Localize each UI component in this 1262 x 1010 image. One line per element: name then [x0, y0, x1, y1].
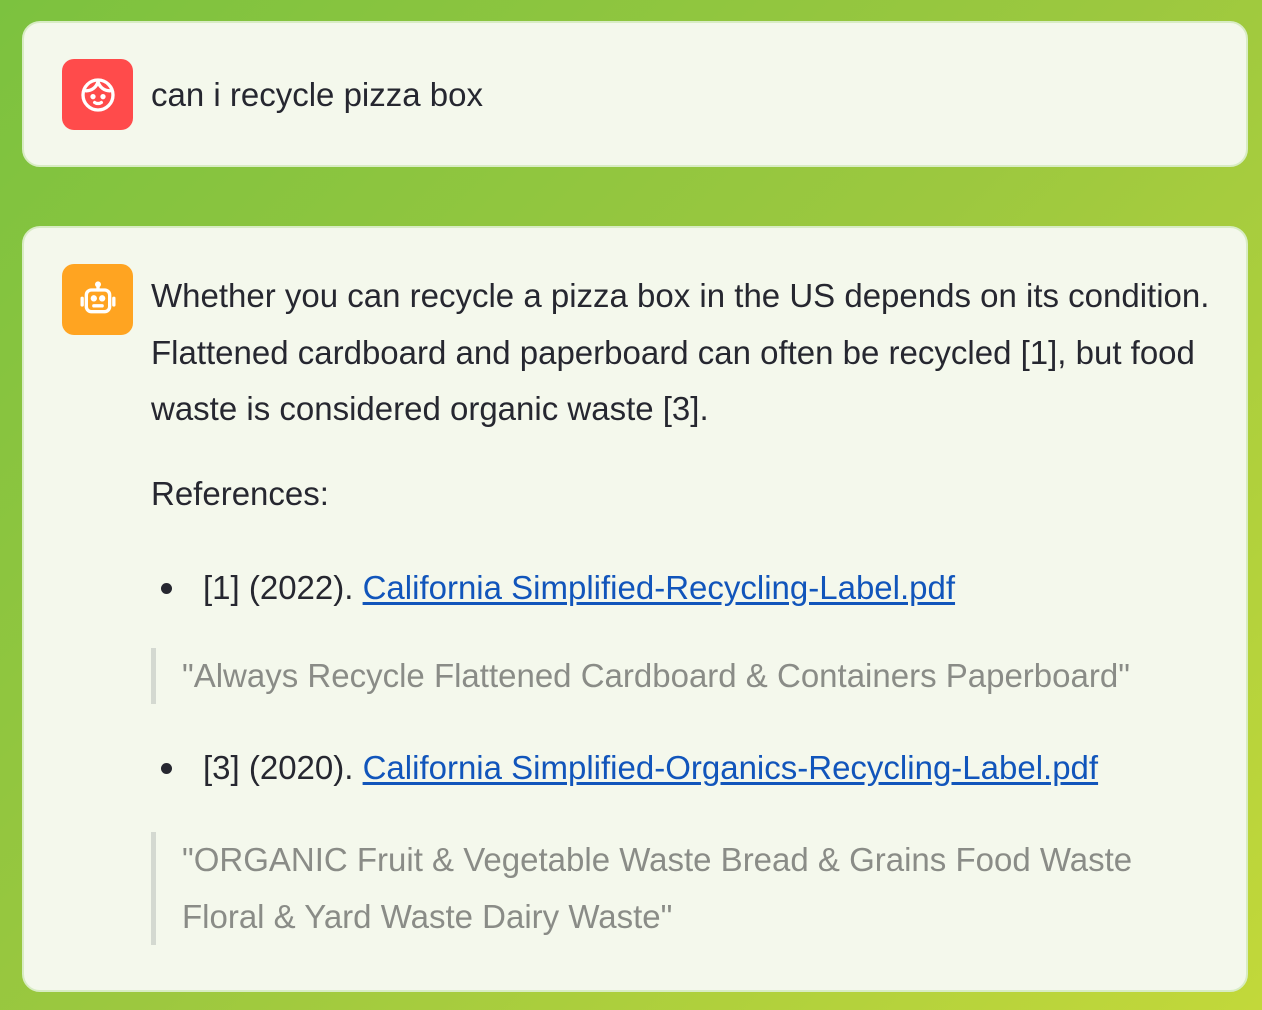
user-face-icon	[80, 77, 115, 112]
assistant-answer-text: Whether you can recycle a pizza box in t…	[151, 277, 1210, 427]
reference-quote: "ORGANIC Fruit & Vegetable Waste Bread &…	[151, 832, 1221, 945]
reference-link[interactable]: California Simplified-Recycling-Label.pd…	[363, 569, 955, 606]
references-heading: References:	[151, 474, 329, 512]
assistant-message-body: Whether you can recycle a pizza box in t…	[151, 268, 1221, 945]
user-message-card: can i recycle pizza box	[22, 21, 1248, 167]
bullet-icon	[161, 763, 172, 774]
bullet-icon	[161, 582, 172, 594]
reference-item: [3] (2020). California Simplified-Organi…	[151, 748, 1221, 788]
reference-prefix: [3] (2020).	[203, 749, 363, 786]
assistant-avatar	[62, 264, 133, 335]
reference-item: [1] (2022). California Simplified-Recycl…	[151, 568, 1221, 608]
robot-icon	[80, 280, 116, 313]
user-message-text: can i recycle pizza box	[151, 76, 483, 113]
reference-prefix: [1] (2022).	[203, 568, 363, 606]
user-avatar	[62, 59, 133, 130]
assistant-message-card: Whether you can recycle a pizza box in t…	[22, 226, 1248, 992]
reference-link[interactable]: California Simplified-Organics-Recycling…	[363, 749, 1098, 786]
reference-quote: "Always Recycle Flattened Cardboard & Co…	[151, 647, 1221, 704]
